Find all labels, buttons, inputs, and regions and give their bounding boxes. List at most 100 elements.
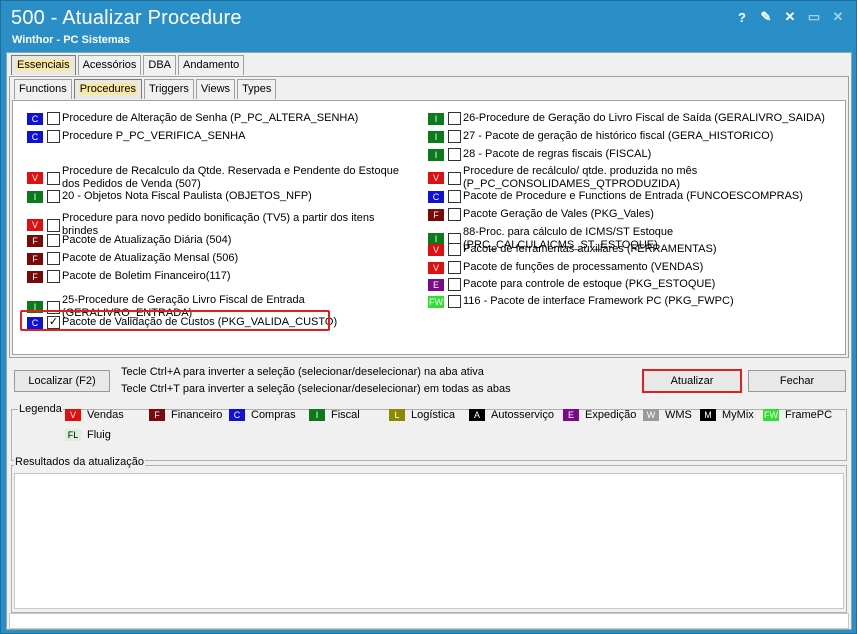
procedure-label: Pacote de ferramentas auxiliares (FERRAM…	[463, 243, 717, 255]
window-controls: ? ✎ ✕ ▭ ✕	[730, 7, 850, 27]
procedure-checkbox[interactable]	[47, 252, 60, 265]
procedure-item[interactable]: F Pacote de Boletim Financeiro(117)	[27, 270, 231, 283]
results-title: Resultados da atualização	[14, 456, 146, 468]
category-badge-v: V	[65, 409, 81, 421]
procedure-label: Pacote de Atualização Diária (504)	[62, 234, 232, 246]
maximize-button[interactable]: ▭	[802, 7, 826, 27]
hint-ctrl-a: Tecle Ctrl+A para inverter a seleção (se…	[121, 366, 484, 378]
legend-item: E Expedição	[563, 409, 636, 421]
procedure-item[interactable]: V Pacote de ferramentas auxiliares (FERRA…	[428, 243, 717, 256]
procedure-checkbox[interactable]	[47, 171, 60, 185]
procedure-label: 27 - Pacote de geração de histórico fisc…	[463, 130, 774, 142]
category-badge-v: V	[428, 172, 444, 184]
edit-icon[interactable]: ✎	[754, 7, 778, 27]
tab-types[interactable]: Types	[237, 79, 277, 99]
procedure-item[interactable]: V Procedure de Recalculo da Qtde. Reserva…	[27, 165, 412, 191]
procedure-checkbox[interactable]	[448, 130, 461, 143]
procedure-checkbox[interactable]	[47, 130, 60, 143]
localizar-button[interactable]: Localizar (F2)	[14, 370, 110, 392]
procedure-checkbox[interactable]	[448, 190, 461, 203]
procedure-item[interactable]: I 27 - Pacote de geração de histórico fis…	[428, 130, 773, 143]
category-badge-f: F	[428, 208, 444, 221]
app-window: 500 - Atualizar Procedure Winthor - PC S…	[0, 0, 857, 634]
fechar-button[interactable]: Fechar	[748, 370, 846, 392]
procedure-item[interactable]: F Pacote de Atualização Diária (504)	[27, 234, 231, 247]
tab-functions[interactable]: Functions	[14, 79, 72, 99]
legend-title: Legenda	[18, 403, 63, 415]
window-title: 500 - Atualizar Procedure	[11, 7, 242, 29]
category-badge-i: I	[27, 190, 43, 203]
legend-label: Compras	[251, 409, 296, 421]
procedure-checkbox[interactable]	[47, 270, 60, 283]
procedure-item[interactable]: C Pacote de Procedure e Functions de Entr…	[428, 190, 803, 203]
procedure-item[interactable]: C Procedure P_PC_VERIFICA_SENHA	[27, 130, 245, 143]
category-badge-a: A	[469, 409, 485, 421]
procedure-checkbox[interactable]	[448, 148, 461, 161]
selection-highlight	[20, 310, 330, 331]
results-output[interactable]	[14, 473, 844, 609]
tab-triggers[interactable]: Triggers	[143, 79, 194, 99]
procedure-item[interactable]: I 20 - Objetos Nota Fiscal Paulista (OBJE…	[27, 190, 312, 203]
procedure-label: Procedure de Alteração de Senha (P_PC_AL…	[62, 112, 359, 124]
procedure-item[interactable]: I 28 - Pacote de regras fiscais (FISCAL)	[428, 148, 651, 161]
procedure-label: Pacote Geração de Vales (PKG_Vales)	[463, 208, 654, 220]
procedure-label: Pacote de Procedure e Functions de Entra…	[463, 190, 803, 202]
legend-label: Financeiro	[171, 409, 223, 421]
procedure-item[interactable]: V Pacote de funções de processamento (VEN…	[428, 261, 703, 274]
tab-views[interactable]: Views	[195, 79, 236, 99]
procedures-list: C Procedure de Alteração de Senha (P_PC_A…	[12, 100, 846, 355]
tab-label: Procedures	[78, 83, 137, 95]
procedure-checkbox[interactable]	[47, 218, 60, 232]
help-button[interactable]: ?	[730, 7, 754, 27]
atualizar-button[interactable]: Atualizar	[642, 369, 742, 393]
title-bar[interactable]: 500 - Atualizar Procedure Winthor - PC S…	[1, 1, 856, 51]
category-badge-f: F	[149, 409, 165, 421]
main-tabs: Essenciais Acessórios DBA Andamento	[11, 55, 246, 77]
procedure-item[interactable]: I 26-Procedure de Geração do Livro Fiscal…	[428, 112, 825, 125]
procedure-checkbox[interactable]	[448, 295, 461, 308]
category-badge-e: E	[428, 278, 444, 291]
procedure-label: 20 - Objetos Nota Fiscal Paulista (OBJET…	[62, 190, 312, 202]
procedure-item[interactable]: E Pacote para controle de estoque (PKG_ES…	[428, 278, 715, 291]
category-badge-fw: FW	[428, 295, 444, 308]
procedure-checkbox[interactable]	[448, 171, 461, 185]
procedure-checkbox[interactable]	[448, 112, 461, 125]
procedure-label: 116 - Pacote de interface Framework PC (…	[463, 295, 734, 307]
procedure-checkbox[interactable]	[448, 278, 461, 291]
legend-item: V Vendas	[65, 409, 124, 421]
tab-essenciais[interactable]: Essenciais	[11, 55, 76, 75]
procedure-label: 26-Procedure de Geração do Livro Fiscal …	[463, 112, 825, 124]
procedure-checkbox[interactable]	[448, 208, 461, 221]
close-small-button[interactable]: ✕	[778, 7, 802, 27]
legend-item: FL Fluig	[65, 429, 111, 441]
close-button[interactable]: ✕	[826, 7, 850, 27]
category-badge-fl: FL	[65, 429, 81, 441]
procedure-checkbox[interactable]	[448, 261, 461, 274]
tab-andamento[interactable]: Andamento	[178, 55, 245, 75]
legend-label: WMS	[665, 409, 692, 421]
legend-label: Expedição	[585, 409, 637, 421]
procedure-checkbox[interactable]	[448, 243, 461, 256]
category-badge-i: I	[428, 130, 444, 143]
procedure-item[interactable]: F Pacote de Atualização Mensal (506)	[27, 252, 238, 265]
category-badge-i: I	[428, 112, 444, 125]
procedure-checkbox[interactable]	[47, 112, 60, 125]
procedure-item[interactable]: F Pacote Geração de Vales (PKG_Vales)	[428, 208, 654, 221]
tab-procedures[interactable]: Procedures	[73, 79, 142, 99]
legend-item: I Fiscal	[309, 409, 360, 421]
client-area: Essenciais Acessórios DBA Andamento Func…	[6, 52, 852, 630]
procedure-label: Pacote para controle de estoque (PKG_EST…	[463, 278, 716, 290]
procedure-item[interactable]: FW 116 - Pacote de interface Framework PC…	[428, 295, 734, 308]
procedure-checkbox[interactable]	[47, 234, 60, 247]
category-badge-c: C	[428, 190, 444, 203]
category-badge-i: I	[428, 148, 444, 161]
procedure-checkbox[interactable]	[47, 190, 60, 203]
tab-acessorios[interactable]: Acessórios	[77, 55, 142, 75]
procedure-label: Pacote de Atualização Mensal (506)	[62, 252, 239, 264]
tab-dba[interactable]: DBA	[143, 55, 176, 75]
legend-item: L Logística	[389, 409, 455, 421]
procedure-item[interactable]: V Procedure de recálculo/ qtde. produzida…	[428, 165, 813, 191]
hint-ctrl-t: Tecle Ctrl+T para inverter a seleção (se…	[121, 383, 511, 395]
legend-label: Fluig	[87, 429, 111, 441]
procedure-item[interactable]: C Procedure de Alteração de Senha (P_PC_A…	[27, 112, 358, 125]
